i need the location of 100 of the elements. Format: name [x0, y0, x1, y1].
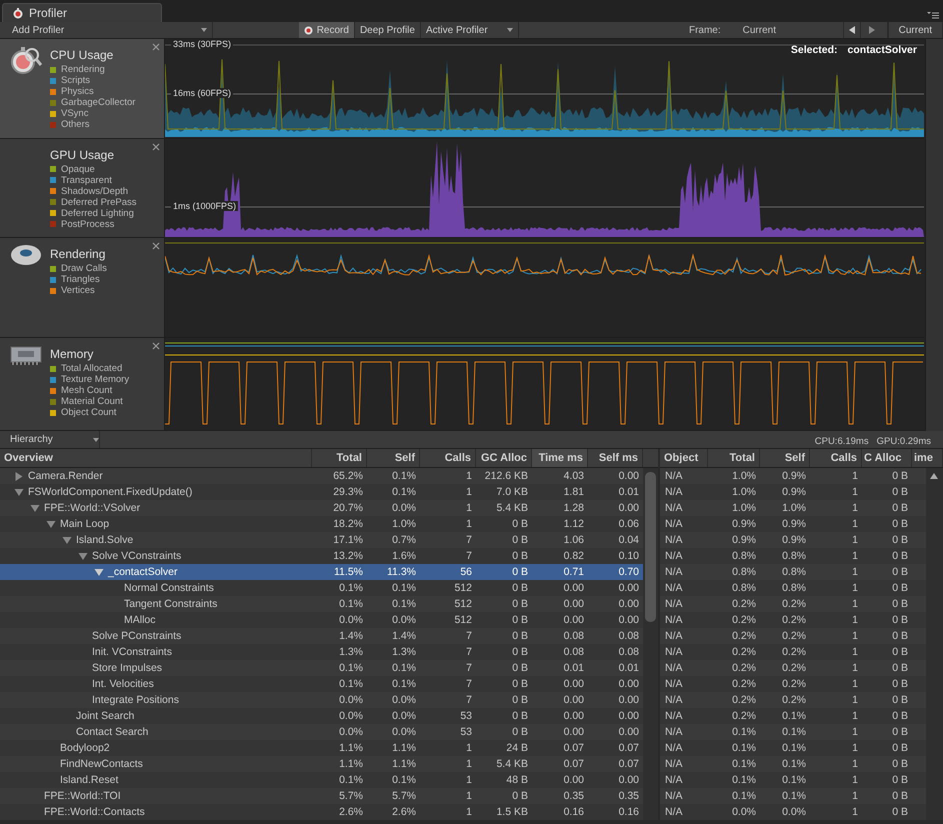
- column-header[interactable]: Time ms: [532, 449, 588, 467]
- close-icon[interactable]: [152, 43, 160, 51]
- object-row[interactable]: N/A 0.0% 0.0% 1 0 B: [660, 804, 926, 820]
- call-count: 7: [465, 646, 473, 658]
- function-name: FindNewContacts: [60, 758, 143, 770]
- column-header[interactable]: C Alloc: [862, 449, 912, 467]
- hierarchy-row[interactable]: FPE::World::VSolver 20.7% 0.0% 1 5.4 KB 1.28 0.00: [0, 500, 643, 516]
- column-header[interactable]: Self ms: [588, 449, 643, 467]
- object-row[interactable]: N/A 0.2% 0.2% 1 0 B: [660, 644, 926, 660]
- total-percent: 2.6%: [338, 806, 364, 818]
- column-header[interactable]: Object: [660, 449, 708, 467]
- column-header[interactable]: Self: [760, 449, 810, 467]
- object-row[interactable]: N/A 0.9% 0.9% 1 0 B: [660, 532, 926, 548]
- previous-frame-button[interactable]: [842, 22, 861, 38]
- call-count: 1: [851, 486, 859, 498]
- hierarchy-row[interactable]: Bodyloop2 1.1% 1.1% 1 24 B 0.07 0.07: [0, 740, 643, 756]
- gc-alloc-value: 0 B: [511, 566, 529, 578]
- hierarchy-row[interactable]: Tangent Constraints 0.1% 0.1% 512 0 B 0.00 0.00: [0, 596, 643, 612]
- hierarchy-row[interactable]: FPE::World::TOI 5.7% 5.7% 1 0 B 0.35 0.35: [0, 788, 643, 804]
- object-row[interactable]: N/A 0.8% 0.8% 1 0 B: [660, 564, 926, 580]
- object-row[interactable]: N/A 0.9% 0.9% 1 0 B: [660, 516, 926, 532]
- object-row[interactable]: N/A 0.1% 0.1% 1 0 B: [660, 740, 926, 756]
- gc-alloc-value: 0 B: [511, 662, 529, 674]
- call-count: 53: [459, 726, 473, 738]
- memory-chip-icon: [10, 344, 42, 366]
- profiler-tab[interactable]: Profiler: [2, 3, 162, 22]
- record-button[interactable]: Record: [298, 22, 355, 38]
- hierarchy-row[interactable]: Island.Solve 17.1% 0.7% 7 0 B 1.06 0.04: [0, 532, 643, 548]
- total-percent: 1.1%: [338, 742, 364, 754]
- hierarchy-row[interactable]: Normal Constraints 0.1% 0.1% 512 0 B 0.00 0.00: [0, 580, 643, 596]
- expanded-triangle-icon[interactable]: [44, 520, 58, 528]
- column-header[interactable]: Self: [367, 449, 420, 467]
- profiler-module-panel[interactable]: Rendering Draw Calls Triangles Vertices: [0, 238, 165, 338]
- object-row[interactable]: N/A 0.2% 0.2% 1 0 B: [660, 612, 926, 628]
- profiler-module-panel[interactable]: Memory Total Allocated Texture Memory Mesh Count Material Count Object Count: [0, 338, 165, 430]
- gc-alloc-value: 0 B: [891, 758, 909, 770]
- scrollbar[interactable]: [926, 468, 943, 820]
- expanded-triangle-icon[interactable]: [92, 568, 106, 576]
- hierarchy-row[interactable]: Store Impulses 0.1% 0.1% 7 0 B 0.01 0.01: [0, 660, 643, 676]
- hierarchy-row[interactable]: FindNewContacts 1.1% 1.1% 1 5.4 KB 0.07 0.07: [0, 756, 643, 772]
- expanded-triangle-icon[interactable]: [76, 552, 90, 560]
- hierarchy-row[interactable]: MAlloc 0.0% 0.0% 512 0 B 0.00 0.00: [0, 612, 643, 628]
- close-icon[interactable]: [152, 142, 160, 151]
- object-row[interactable]: N/A 0.1% 0.1% 1 0 B: [660, 756, 926, 772]
- self-percent: 1.3%: [391, 646, 417, 658]
- total-percent: 0.1%: [731, 758, 757, 770]
- gc-alloc-value: 0 B: [511, 694, 529, 706]
- object-row[interactable]: N/A 1.0% 0.9% 1 0 B: [660, 484, 926, 500]
- object-row[interactable]: N/A 0.8% 0.8% 1 0 B: [660, 548, 926, 564]
- column-header[interactable]: Total: [312, 449, 367, 467]
- expanded-triangle-icon[interactable]: [12, 488, 26, 496]
- object-row[interactable]: N/A 0.8% 0.8% 1 0 B: [660, 580, 926, 596]
- total-percent: 0.1%: [731, 790, 757, 802]
- column-header[interactable]: ime: [912, 449, 943, 467]
- hierarchy-row[interactable]: Solve VConstraints 13.2% 1.6% 7 0 B 0.82 0.10: [0, 548, 643, 564]
- object-row[interactable]: N/A 0.2% 0.2% 1 0 B: [660, 692, 926, 708]
- hierarchy-row[interactable]: Integrate Positions 0.0% 0.0% 7 0 B 0.00 0.00: [0, 692, 643, 708]
- hierarchy-row[interactable]: _contactSolver 11.5% 11.3% 56 0 B 0.71 0.70: [0, 564, 643, 580]
- profiler-module-panel[interactable]: CPU Usage Rendering Scripts Physics GarbageCollector VSync Others: [0, 39, 165, 138]
- hierarchy-row[interactable]: Island.Reset 0.1% 0.1% 1 48 B 0.00 0.00: [0, 772, 643, 788]
- object-row[interactable]: N/A 0.2% 0.1% 1 0 B: [660, 708, 926, 724]
- scrollbar[interactable]: [925, 39, 943, 431]
- object-row[interactable]: N/A 0.1% 0.1% 1 0 B: [660, 772, 926, 788]
- object-name: N/A: [664, 742, 684, 754]
- hierarchy-row[interactable]: Int. Velocities 0.1% 0.1% 7 0 B 0.00 0.00: [0, 676, 643, 692]
- expanded-triangle-icon[interactable]: [28, 504, 42, 512]
- object-row[interactable]: N/A 0.1% 0.1% 1 0 B: [660, 724, 926, 740]
- hierarchy-row[interactable]: FPE::World::Contacts 2.6% 2.6% 1 1.5 KB 0.16 0.16: [0, 804, 643, 820]
- close-icon[interactable]: [152, 242, 160, 250]
- hierarchy-row[interactable]: Joint Search 0.0% 0.0% 53 0 B 0.00 0.00: [0, 708, 643, 724]
- gc-alloc-value: 0 B: [891, 582, 909, 594]
- hierarchy-row[interactable]: Main Loop 18.2% 1.0% 1 0 B 1.12 0.06: [0, 516, 643, 532]
- hierarchy-row[interactable]: Contact Search 0.0% 0.0% 53 0 B 0.00 0.00: [0, 724, 643, 740]
- close-icon[interactable]: [152, 342, 160, 350]
- object-row[interactable]: N/A 1.0% 1.0% 1 0 B: [660, 500, 926, 516]
- object-row[interactable]: N/A 1.0% 0.9% 1 0 B: [660, 468, 926, 484]
- scrollbar[interactable]: [643, 468, 658, 820]
- object-row[interactable]: N/A 0.2% 0.2% 1 0 B: [660, 596, 926, 612]
- module-title: Rendering: [50, 247, 106, 262]
- object-row[interactable]: N/A 0.2% 0.2% 1 0 B: [660, 676, 926, 692]
- hierarchy-row[interactable]: Solve PConstraints 1.4% 1.4% 7 0 B 0.08 0.08: [0, 628, 643, 644]
- hierarchy-row[interactable]: Init. VConstraints 1.3% 1.3% 7 0 B 0.08 0.08: [0, 644, 643, 660]
- column-header[interactable]: Calls: [810, 449, 862, 467]
- hierarchy-row[interactable]: Camera.Render 65.2% 0.1% 1 212.6 KB 4.03 0.00: [0, 468, 643, 484]
- hierarchy-row[interactable]: FSWorldComponent.FixedUpdate() 29.3% 0.1% 1 7.0 KB 1.81 0.01: [0, 484, 643, 500]
- call-count: 512: [453, 582, 473, 594]
- object-row[interactable]: N/A 0.2% 0.2% 1 0 B: [660, 660, 926, 676]
- self-percent: 0.8%: [781, 582, 807, 594]
- call-count: 512: [453, 614, 473, 626]
- object-row[interactable]: N/A 0.2% 0.2% 1 0 B: [660, 628, 926, 644]
- object-name: N/A: [664, 598, 684, 610]
- column-header[interactable]: Total: [708, 449, 760, 467]
- column-header[interactable]: Calls: [420, 449, 476, 467]
- column-header[interactable]: Overview: [0, 449, 312, 467]
- menu-icon[interactable]: [927, 11, 939, 19]
- self-percent: 0.0%: [781, 806, 807, 818]
- current-frame-button[interactable]: Current: [888, 22, 943, 38]
- expanded-triangle-icon[interactable]: [60, 536, 74, 544]
- object-row[interactable]: N/A 0.1% 0.1% 1 0 B: [660, 788, 926, 804]
- profiler-module-panel[interactable]: GPU Usage Opaque Transparent Shadows/Depth Deferred PrePass Deferred Lighting PostProcess: [0, 138, 165, 238]
